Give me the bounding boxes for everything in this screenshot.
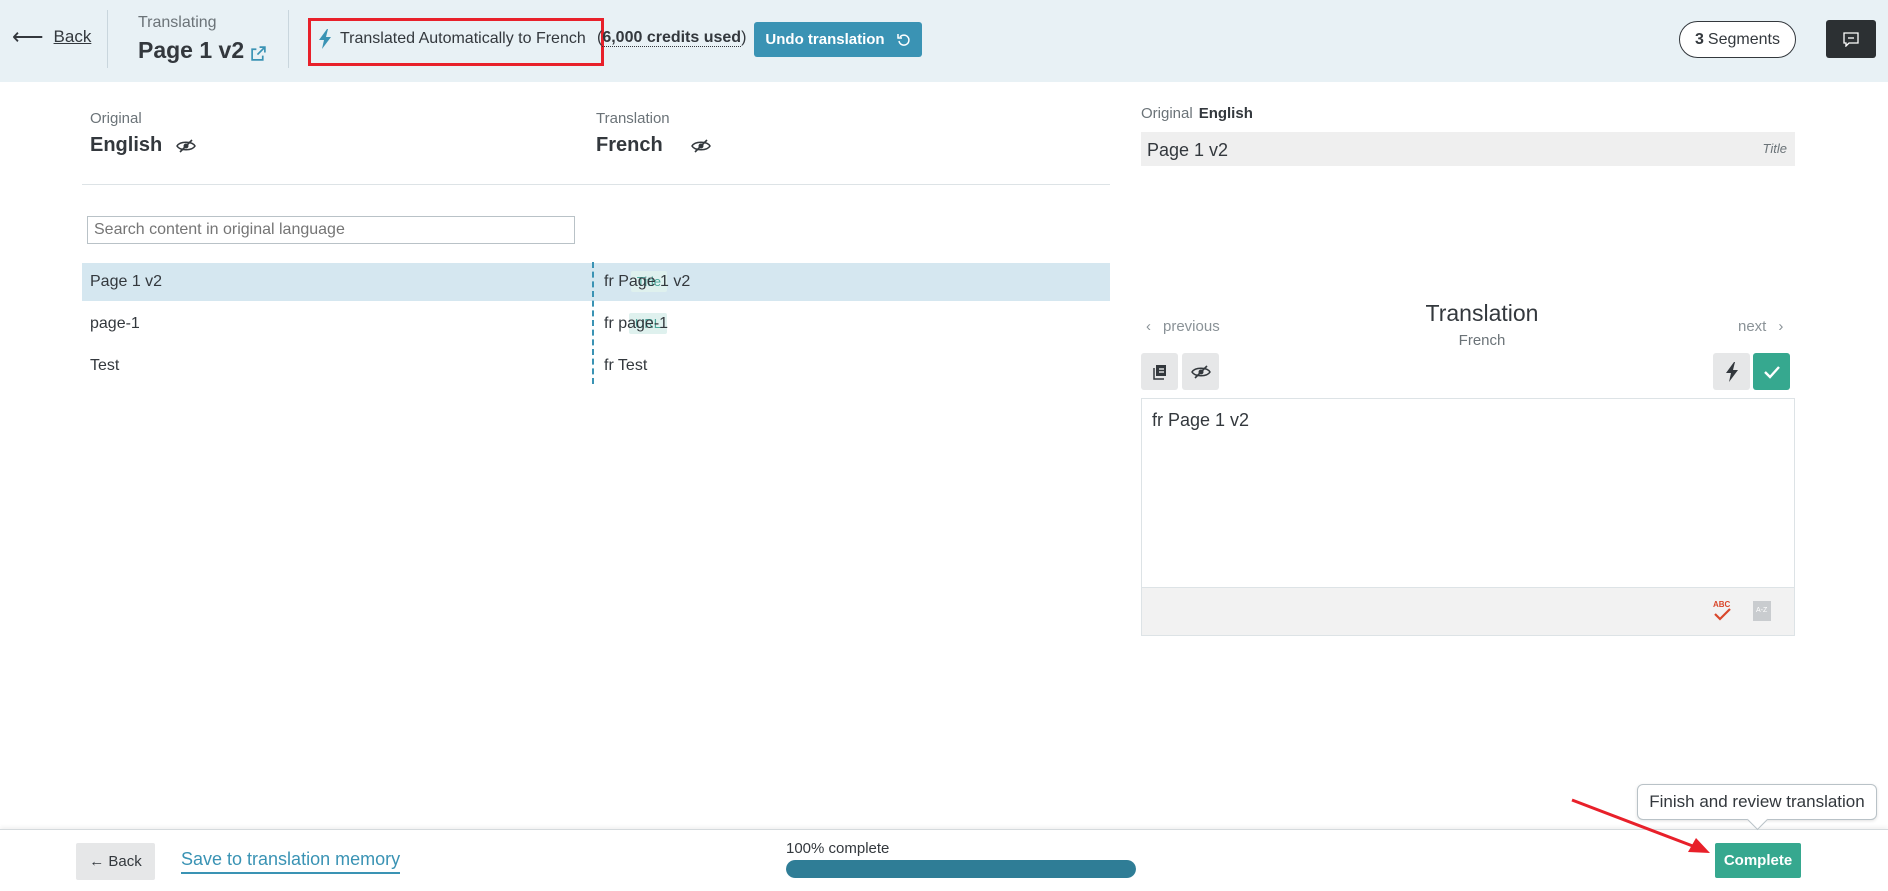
chevron-right-icon: › bbox=[1778, 318, 1784, 335]
top-bar bbox=[0, 0, 1888, 82]
previous-segment-button[interactable]: ‹ previous bbox=[1146, 318, 1220, 335]
save-to-translation-memory-link[interactable]: Save to translation memory bbox=[181, 849, 401, 874]
previous-label: previous bbox=[1163, 318, 1220, 335]
header-divider bbox=[107, 10, 108, 68]
segment-original: Page 1 v2 bbox=[90, 273, 163, 290]
editor-toolbar: ABC A-Z bbox=[1142, 587, 1794, 635]
segments-count: 3 bbox=[1695, 30, 1704, 48]
segment-translation: fr Page 1 v2 bbox=[604, 273, 691, 290]
auto-translate-button[interactable] bbox=[1713, 353, 1750, 390]
back-link-label: Back bbox=[53, 27, 92, 46]
chevron-left-icon: ‹ bbox=[1146, 318, 1151, 335]
segment-original: page-1 bbox=[90, 315, 140, 332]
translation-panel-language: French bbox=[1458, 332, 1506, 349]
translation-panel-title: Translation bbox=[1425, 300, 1539, 326]
glossary-icon[interactable]: A-Z bbox=[1752, 600, 1772, 622]
original-type-tag: Title bbox=[1762, 141, 1787, 156]
copy-source-button[interactable] bbox=[1141, 353, 1178, 390]
translation-language-name: French bbox=[596, 134, 663, 156]
undo-translation-button[interactable]: Undo translation bbox=[754, 22, 922, 57]
header-divider bbox=[288, 10, 289, 68]
eye-slash-icon bbox=[1190, 364, 1211, 379]
original-language-name: English bbox=[90, 134, 163, 156]
toggle-visibility-button[interactable] bbox=[1182, 353, 1219, 390]
progress-bar bbox=[786, 860, 1136, 878]
undo-icon bbox=[896, 33, 910, 46]
check-icon bbox=[1763, 365, 1780, 379]
translation-editor-text[interactable]: fr Page 1 v2 bbox=[1152, 410, 1249, 431]
next-segment-button[interactable]: next › bbox=[1738, 318, 1783, 335]
segment-original: Test bbox=[90, 357, 120, 374]
next-label: next bbox=[1738, 318, 1767, 335]
comment-icon bbox=[1843, 31, 1859, 47]
segment-translation: fr page-1 bbox=[604, 315, 669, 332]
original-label: Original bbox=[90, 110, 142, 127]
eye-slash-icon[interactable] bbox=[176, 138, 197, 154]
arrow-left-icon: ⟵ bbox=[12, 24, 44, 49]
segments-label: Segments bbox=[1707, 30, 1780, 48]
page-title: Page 1 v2 bbox=[138, 37, 245, 63]
svg-text:A-Z: A-Z bbox=[1756, 607, 1768, 614]
right-original-language: English bbox=[1198, 105, 1253, 122]
segment-row[interactable]: Test fr Test bbox=[82, 347, 1110, 385]
translation-language: French bbox=[596, 134, 711, 157]
progress-label: 100% complete bbox=[786, 840, 890, 857]
lightning-icon bbox=[1725, 361, 1738, 382]
translation-label: Translation bbox=[596, 110, 670, 127]
confirm-segment-button[interactable] bbox=[1753, 353, 1790, 390]
credits-close-paren: ) bbox=[741, 29, 747, 46]
right-original-header: Original English bbox=[1141, 105, 1253, 122]
lightning-icon bbox=[319, 29, 331, 49]
undo-translation-label: Undo translation bbox=[765, 31, 885, 48]
footer-back-button[interactable]: ← Back bbox=[76, 843, 155, 880]
panel-divider bbox=[82, 184, 1110, 185]
translation-editor[interactable]: fr Page 1 v2 ABC A-Z bbox=[1141, 398, 1795, 636]
original-text-box: Page 1 v2 Title bbox=[1141, 132, 1795, 166]
translating-info: Translating Page 1 v2 bbox=[138, 14, 267, 64]
segment-row[interactable]: Page 1 v2 Title fr Page 1 v2 bbox=[82, 263, 1110, 301]
original-text: Page 1 v2 bbox=[1147, 140, 1229, 160]
svg-text:ABC: ABC bbox=[1713, 600, 1731, 609]
auto-translated-text: Translated Automatically to French bbox=[340, 30, 586, 47]
complete-button[interactable]: Complete bbox=[1715, 843, 1801, 878]
annotation-arrow-icon bbox=[1571, 798, 1710, 853]
segments-count-button[interactable]: 3 Segments bbox=[1679, 21, 1796, 58]
credits-used: (6,000 credits used) bbox=[597, 29, 746, 47]
external-link-icon[interactable] bbox=[250, 45, 267, 62]
spellcheck-icon[interactable]: ABC bbox=[1711, 598, 1733, 624]
credits-used-value[interactable]: 6,000 credits used bbox=[602, 29, 742, 47]
copy-icon bbox=[1152, 364, 1166, 380]
eye-slash-icon[interactable] bbox=[690, 138, 711, 154]
segment-translation: fr Test bbox=[604, 357, 648, 374]
original-language: English bbox=[90, 134, 197, 157]
translating-label: Translating bbox=[138, 14, 217, 31]
page-title-row: Page 1 v2 bbox=[138, 37, 267, 64]
auto-translated-status: Translated Automatically to French bbox=[318, 29, 586, 49]
right-original-label: Original bbox=[1141, 105, 1193, 122]
back-link[interactable]: ⟵ Back bbox=[12, 24, 92, 49]
progress-bar-fill bbox=[786, 860, 1136, 878]
comments-button[interactable] bbox=[1826, 20, 1876, 58]
segment-row[interactable]: page-1 URL fr page-1 bbox=[82, 305, 1110, 343]
search-input[interactable] bbox=[87, 216, 575, 244]
segment-column-divider bbox=[592, 262, 594, 384]
